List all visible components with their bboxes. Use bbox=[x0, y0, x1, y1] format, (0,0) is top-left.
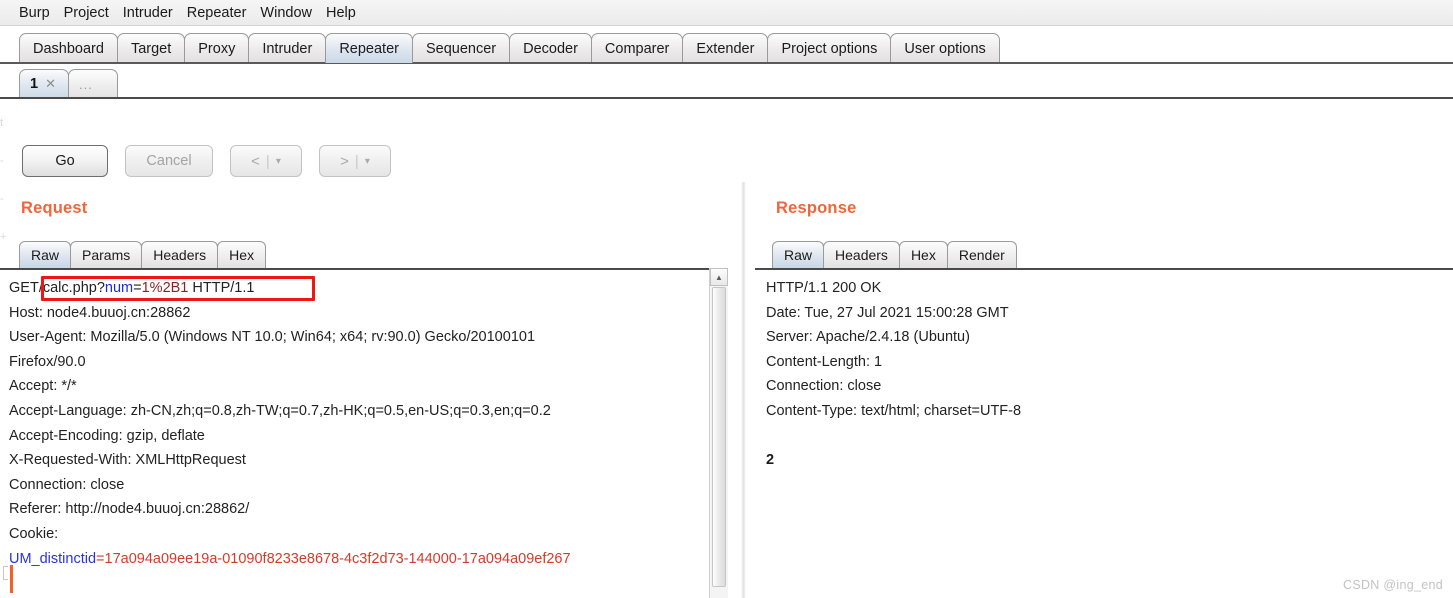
tab-project-options[interactable]: Project options bbox=[767, 33, 892, 63]
tab-decoder[interactable]: Decoder bbox=[509, 33, 592, 63]
response-editor[interactable]: HTTP/1.1 200 OK Date: Tue, 27 Jul 2021 1… bbox=[755, 268, 1453, 598]
repeater-tab-new-label: ... bbox=[79, 76, 93, 92]
repeater-toolbar: Go Cancel < | ▾ > | ▾ bbox=[0, 136, 1453, 186]
request-tab-raw[interactable]: Raw bbox=[19, 241, 72, 268]
menu-project[interactable]: Project bbox=[57, 3, 116, 23]
response-tab-bar: Raw Headers Hex Render bbox=[772, 238, 1017, 268]
request-method: GET bbox=[9, 280, 39, 296]
burp-suite-window: i j h t - - + Burp Project Intruder Repe… bbox=[0, 0, 1453, 598]
tab-intruder[interactable]: Intruder bbox=[248, 33, 327, 63]
tab-extender[interactable]: Extender bbox=[682, 33, 769, 63]
response-body: 2 bbox=[766, 452, 775, 469]
request-header-user-agent-cont: Firefox/90.0 bbox=[9, 353, 86, 370]
tab-repeater[interactable]: Repeater bbox=[325, 33, 413, 63]
request-equals: = bbox=[133, 280, 142, 296]
response-tab-render[interactable]: Render bbox=[946, 241, 1017, 268]
menu-burp[interactable]: Burp bbox=[12, 3, 57, 23]
response-header-date: Date: Tue, 27 Jul 2021 15:00:28 GMT bbox=[766, 304, 1009, 321]
request-header-user-agent: User-Agent: Mozilla/5.0 (Windows NT 10.0… bbox=[9, 329, 536, 346]
response-header-connection: Connection: close bbox=[766, 378, 882, 395]
repeater-tab-label: 1 bbox=[30, 76, 39, 92]
request-param-name: num bbox=[104, 280, 134, 296]
response-header-server: Server: Apache/2.4.18 (Ubuntu) bbox=[766, 329, 970, 346]
scroll-up-icon[interactable]: ▲ bbox=[710, 268, 728, 286]
repeater-tab-bar: 1 ✕ ... bbox=[0, 64, 1453, 98]
response-text: HTTP/1.1 200 OK Date: Tue, 27 Jul 2021 1… bbox=[766, 276, 1021, 473]
request-vertical-scrollbar[interactable]: ▲ bbox=[709, 268, 728, 598]
text-caret bbox=[10, 565, 13, 593]
menu-intruder[interactable]: Intruder bbox=[116, 3, 180, 23]
request-cookie-equals: = bbox=[96, 550, 105, 567]
request-header-cookie: Cookie: bbox=[9, 525, 59, 542]
response-tab-headers[interactable]: Headers bbox=[823, 241, 900, 268]
menu-repeater[interactable]: Repeater bbox=[180, 3, 254, 23]
response-header-content-length: Content-Length: 1 bbox=[766, 353, 883, 370]
caret-gutter-mark bbox=[3, 566, 8, 580]
request-tab-hex[interactable]: Hex bbox=[217, 241, 267, 268]
go-button[interactable]: Go bbox=[22, 145, 108, 177]
request-param-value: 1%2B1 bbox=[141, 280, 189, 296]
request-tab-params[interactable]: Params bbox=[70, 241, 143, 268]
request-header-host: Host: node4.buuoj.cn:28862 bbox=[9, 304, 191, 321]
cancel-button: Cancel bbox=[125, 145, 213, 177]
forward-separator: | bbox=[354, 152, 359, 170]
response-tab-hex[interactable]: Hex bbox=[898, 241, 948, 268]
request-cookie-value: 17a094a09ee19a-01090f8233e8678-4c3f2d73-… bbox=[104, 550, 571, 567]
menu-bar: Burp Project Intruder Repeater Window He… bbox=[0, 0, 1453, 26]
chevron-down-icon[interactable]: ▾ bbox=[365, 156, 370, 167]
response-header-content-type: Content-Type: text/html; charset=UTF-8 bbox=[766, 402, 1022, 419]
chevron-right-icon: > bbox=[340, 152, 349, 170]
tab-user-options[interactable]: User options bbox=[890, 33, 1000, 63]
request-header-connection: Connection: close bbox=[9, 476, 125, 493]
request-text: GET/calc.php?num=1%2B1 HTTP/1.1 Host: no… bbox=[9, 276, 571, 571]
request-tab-headers[interactable]: Headers bbox=[141, 241, 219, 268]
watermark: CSDN @ing_end bbox=[1343, 578, 1443, 592]
close-x-icon[interactable]: ✕ bbox=[45, 76, 56, 92]
request-panel-title: Request bbox=[21, 199, 88, 217]
response-tab-raw[interactable]: Raw bbox=[772, 241, 825, 268]
chevron-down-icon[interactable]: ▾ bbox=[276, 156, 281, 167]
request-header-accept-language: Accept-Language: zh-CN,zh;q=0.8,zh-TW;q=… bbox=[9, 402, 551, 419]
scrollbar-thumb[interactable] bbox=[712, 287, 726, 587]
request-header-referer: Referer: http://node4.buuoj.cn:28862/ bbox=[9, 501, 250, 518]
request-header-accept-encoding: Accept-Encoding: gzip, deflate bbox=[9, 427, 205, 444]
request-editor[interactable]: GET/calc.php?num=1%2B1 HTTP/1.1 Host: no… bbox=[0, 268, 728, 598]
request-cookie-name: UM_distinctid bbox=[9, 550, 97, 567]
repeater-tab-new[interactable]: ... bbox=[68, 69, 118, 98]
tab-sequencer[interactable]: Sequencer bbox=[411, 33, 511, 63]
response-panel-title: Response bbox=[776, 199, 857, 217]
panel-splitter[interactable] bbox=[741, 182, 746, 598]
repeater-tab-1[interactable]: 1 ✕ bbox=[19, 69, 69, 98]
request-header-x-requested-with: X-Requested-With: XMLHttpRequest bbox=[9, 452, 246, 469]
tab-target[interactable]: Target bbox=[116, 33, 186, 63]
menu-help[interactable]: Help bbox=[319, 3, 363, 23]
tab-dashboard[interactable]: Dashboard bbox=[19, 33, 118, 63]
menu-window[interactable]: Window bbox=[253, 3, 319, 23]
request-header-accept: Accept: */* bbox=[9, 378, 77, 395]
request-path: /calc.php? bbox=[38, 280, 105, 296]
request-http-version: HTTP/1.1 bbox=[188, 280, 255, 296]
forward-button[interactable]: > | ▾ bbox=[319, 145, 391, 177]
back-separator: | bbox=[265, 152, 270, 170]
tab-proxy[interactable]: Proxy bbox=[184, 33, 250, 63]
tab-comparer[interactable]: Comparer bbox=[590, 33, 684, 63]
response-status-line: HTTP/1.1 200 OK bbox=[766, 280, 882, 296]
chevron-left-icon: < bbox=[251, 152, 260, 170]
repeater-tab-underline bbox=[0, 97, 1453, 99]
main-tab-bar: Dashboard Target Proxy Intruder Repeater… bbox=[0, 27, 1453, 63]
request-tab-bar: Raw Params Headers Hex bbox=[19, 238, 267, 268]
back-button[interactable]: < | ▾ bbox=[230, 145, 302, 177]
